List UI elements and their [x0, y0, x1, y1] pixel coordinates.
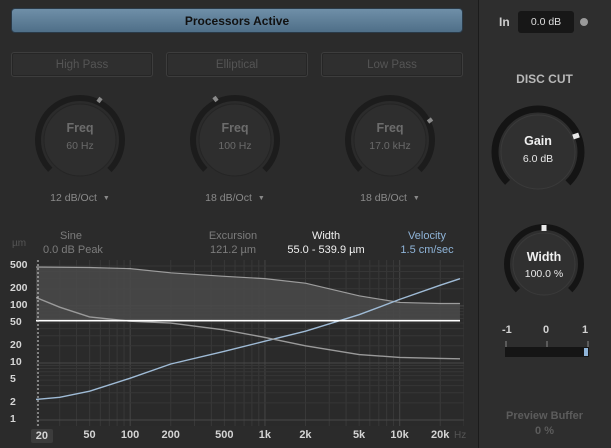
elliptical-slope-select[interactable]: 18 dB/Oct ▼	[186, 187, 284, 209]
width-readout: Width 55.0 - 539.9 µm	[282, 230, 370, 256]
chevron-down-icon: ▼	[257, 194, 265, 202]
knob-value: 100 Hz	[218, 140, 252, 152]
elliptical-freq-knob[interactable]: Freq 100 Hz	[187, 92, 283, 188]
high-pass-freq-knob[interactable]: Freq 60 Hz	[32, 92, 128, 188]
y-tick-label: 20	[10, 338, 22, 351]
meter-max-label: 1	[582, 324, 589, 336]
knob-title: Freq	[66, 121, 94, 135]
velocity-label: Velocity	[408, 230, 446, 242]
knob-value: 17.0 kHz	[369, 140, 411, 152]
excursion-label: Excursion	[208, 230, 258, 242]
slope-value: 18 dB/Oct	[360, 192, 407, 204]
width-knob[interactable]: Width 100.0 %	[503, 223, 585, 305]
x-tick-label: 1k	[258, 429, 271, 441]
width-knob-label: Width	[526, 250, 562, 264]
velocity-value: 1.5 cm/sec	[400, 244, 454, 256]
y-tick-label: 50	[10, 316, 22, 329]
gain-label: Gain	[524, 134, 552, 148]
high-pass-button[interactable]: High Pass	[11, 52, 153, 77]
y-tick-label: 500	[10, 259, 28, 271]
knob-title: Freq	[221, 121, 249, 135]
preview-buffer-value: 0 %	[535, 425, 554, 437]
y-tick-label: 200	[10, 281, 28, 294]
y-unit-label: µm	[12, 238, 27, 249]
knob-value: 60 Hz	[66, 140, 94, 152]
info-icon[interactable]	[580, 18, 588, 26]
low-pass-button[interactable]: Low Pass	[321, 52, 463, 77]
sine-readout: Sine 0.0 dB Peak	[43, 230, 103, 256]
x-unit-label: Hz	[454, 430, 467, 441]
excursion-value: 121.2 µm	[209, 244, 257, 256]
gain-knob[interactable]: Gain 6.0 dB	[490, 104, 586, 200]
correlation-meter	[505, 347, 589, 357]
x-tick-label: 500	[215, 429, 234, 441]
meter-fill	[584, 348, 588, 356]
high-pass-slope-select[interactable]: 12 dB/Oct ▼	[31, 187, 129, 209]
input-gain-field[interactable]: 0.0 dB	[518, 11, 574, 33]
elliptical-button[interactable]: Elliptical	[166, 52, 308, 77]
width-knob-value: 100.0 %	[524, 268, 564, 280]
x-tick-label: 10k	[390, 429, 409, 441]
gain-value: 6.0 dB	[522, 153, 554, 165]
y-tick-label: 100	[10, 298, 28, 311]
y-tick-label: 1	[10, 413, 16, 425]
width-label: Width	[311, 230, 341, 242]
envelope-band	[36, 266, 460, 321]
chevron-down-icon: ▼	[102, 194, 110, 202]
x-tick-label: 20k	[430, 429, 450, 441]
sine-label: Sine	[60, 230, 83, 242]
processors-active-button[interactable]: Processors Active	[11, 8, 463, 33]
y-tick-label: 5	[10, 373, 16, 386]
x-tick-label: 100	[120, 429, 140, 441]
low-pass-freq-knob[interactable]: Freq 17.0 kHz	[342, 92, 438, 188]
excursion-graph	[36, 260, 464, 426]
chevron-down-icon: ▼	[412, 194, 420, 202]
knob-title: Freq	[376, 121, 404, 135]
x-tick-label[interactable]: 20	[30, 429, 54, 443]
y-tick-label: 10	[10, 355, 22, 368]
slope-value: 12 dB/Oct	[50, 192, 97, 204]
x-tick-label: 200	[161, 429, 180, 441]
x-tick-label: 5k	[352, 429, 366, 441]
low-pass-slope-select[interactable]: 18 dB/Oct ▼	[341, 187, 439, 209]
disc-cut-title: DISC CUT	[516, 72, 573, 86]
x-tick-label: 2k	[299, 429, 312, 441]
meter-center-label: 0	[543, 324, 550, 336]
width-value: 55.0 - 539.9 µm	[287, 244, 365, 256]
preview-buffer-label: Preview Buffer	[505, 410, 584, 422]
velocity-readout: Velocity 1.5 cm/sec	[396, 230, 458, 256]
input-label: In	[499, 15, 510, 29]
slope-value: 18 dB/Oct	[205, 192, 252, 204]
sine-value: 0.0 dB Peak	[43, 244, 103, 256]
excursion-readout: Excursion 121.2 µm	[204, 230, 262, 256]
y-tick-label: 2	[10, 395, 16, 408]
meter-min-label: -1	[502, 324, 512, 336]
x-tick-label: 50	[83, 429, 96, 441]
envelope-fill	[36, 267, 460, 321]
